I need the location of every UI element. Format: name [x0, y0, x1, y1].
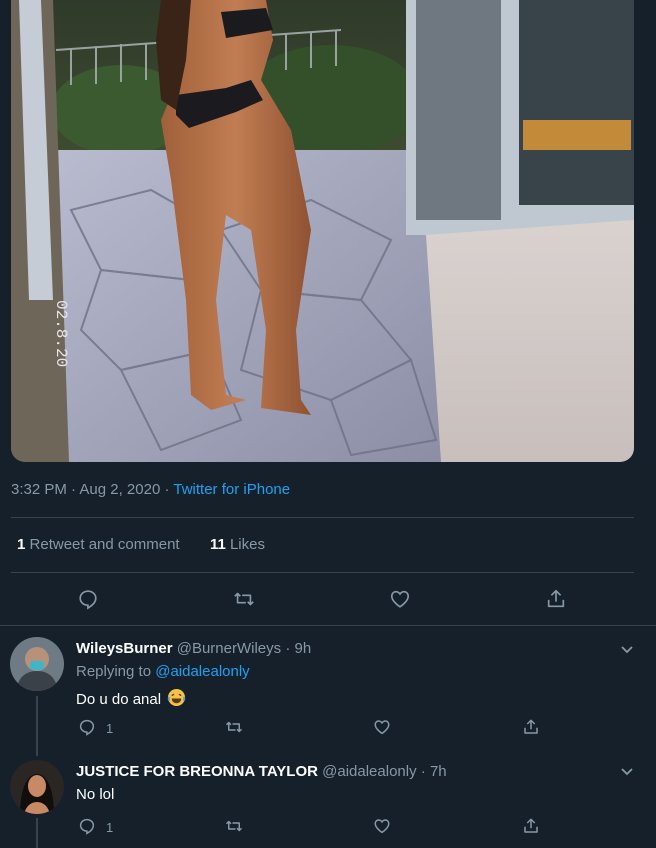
reply-button[interactable]	[74, 714, 100, 740]
author-name[interactable]: JUSTICE FOR BREONNA TAYLOR	[76, 763, 318, 780]
avatar-image	[10, 637, 64, 691]
meta-separator: ·	[164, 481, 170, 498]
reply-button[interactable]	[75, 586, 101, 612]
share-icon	[524, 719, 538, 734]
tweet-source-link[interactable]: Twitter for iPhone	[173, 481, 290, 498]
like-icon	[374, 819, 390, 834]
reply-text: No lol	[76, 786, 115, 803]
reply-count: 1	[106, 820, 114, 835]
retweets-stat[interactable]: 1 Retweet and comment	[17, 536, 180, 553]
like-button[interactable]	[369, 714, 395, 740]
mention-link[interactable]: @aidalealonly	[155, 663, 249, 680]
tweet-photo-image: 02.8.20	[11, 0, 634, 462]
tweet-stats: 1 Retweet and comment 11 Likes	[17, 536, 265, 553]
avatar[interactable]	[10, 760, 64, 814]
reply-age[interactable]: 7h	[430, 763, 447, 780]
retweet-button[interactable]	[221, 714, 247, 740]
author-handle[interactable]: @aidalealonly	[322, 763, 416, 780]
author-handle[interactable]: @BurnerWileys	[177, 640, 281, 657]
chevron-down-icon[interactable]	[619, 763, 635, 779]
like-button[interactable]	[387, 586, 413, 612]
photo-date-stamp: 02.8.20	[52, 300, 70, 367]
likes-stat[interactable]: 11 Likes	[210, 536, 265, 553]
tweet-photo[interactable]: 02.8.20	[11, 0, 634, 462]
share-icon	[524, 818, 538, 833]
like-button[interactable]	[369, 813, 395, 839]
share-button[interactable]	[518, 813, 544, 839]
reply-button[interactable]	[74, 813, 100, 839]
divider	[0, 625, 656, 626]
retweet-icon	[225, 721, 243, 733]
thread-line	[36, 818, 38, 848]
chevron-down-icon[interactable]	[619, 641, 635, 657]
like-icon	[390, 590, 410, 608]
reply-header: WileysBurner @BurnerWileys · 9h	[76, 640, 312, 657]
like-icon	[374, 720, 390, 735]
reply-icon	[79, 719, 95, 736]
retweet-button[interactable]	[231, 586, 257, 612]
avatar-image	[10, 760, 64, 814]
tweet-timestamp[interactable]: 3:32 PM · Aug 2, 2020 · Twitter for iPho…	[11, 481, 290, 498]
laughing-emoji-icon	[167, 688, 186, 707]
replying-to: Replying to @aidalealonly	[76, 663, 250, 680]
share-button[interactable]	[518, 714, 544, 740]
tweet-date: Aug 2, 2020	[79, 481, 161, 498]
reply-text: Do u do anal	[76, 688, 186, 708]
share-icon	[547, 589, 565, 608]
meta-separator: ·	[71, 481, 77, 498]
reply-icon	[79, 590, 97, 610]
divider	[11, 572, 634, 573]
reply-count: 1	[106, 721, 114, 736]
reply-icon	[79, 818, 95, 835]
divider	[11, 517, 634, 518]
avatar[interactable]	[10, 637, 64, 691]
share-button[interactable]	[543, 586, 569, 612]
reply-age[interactable]: 9h	[295, 640, 312, 657]
retweet-icon	[225, 820, 243, 832]
author-name[interactable]: WileysBurner	[76, 640, 173, 657]
retweet-button[interactable]	[221, 813, 247, 839]
reply-header: JUSTICE FOR BREONNA TAYLOR @aidalealonly…	[76, 763, 447, 780]
thread-line	[36, 696, 38, 756]
tweet-time: 3:32 PM	[11, 481, 67, 498]
retweet-icon	[234, 592, 254, 606]
